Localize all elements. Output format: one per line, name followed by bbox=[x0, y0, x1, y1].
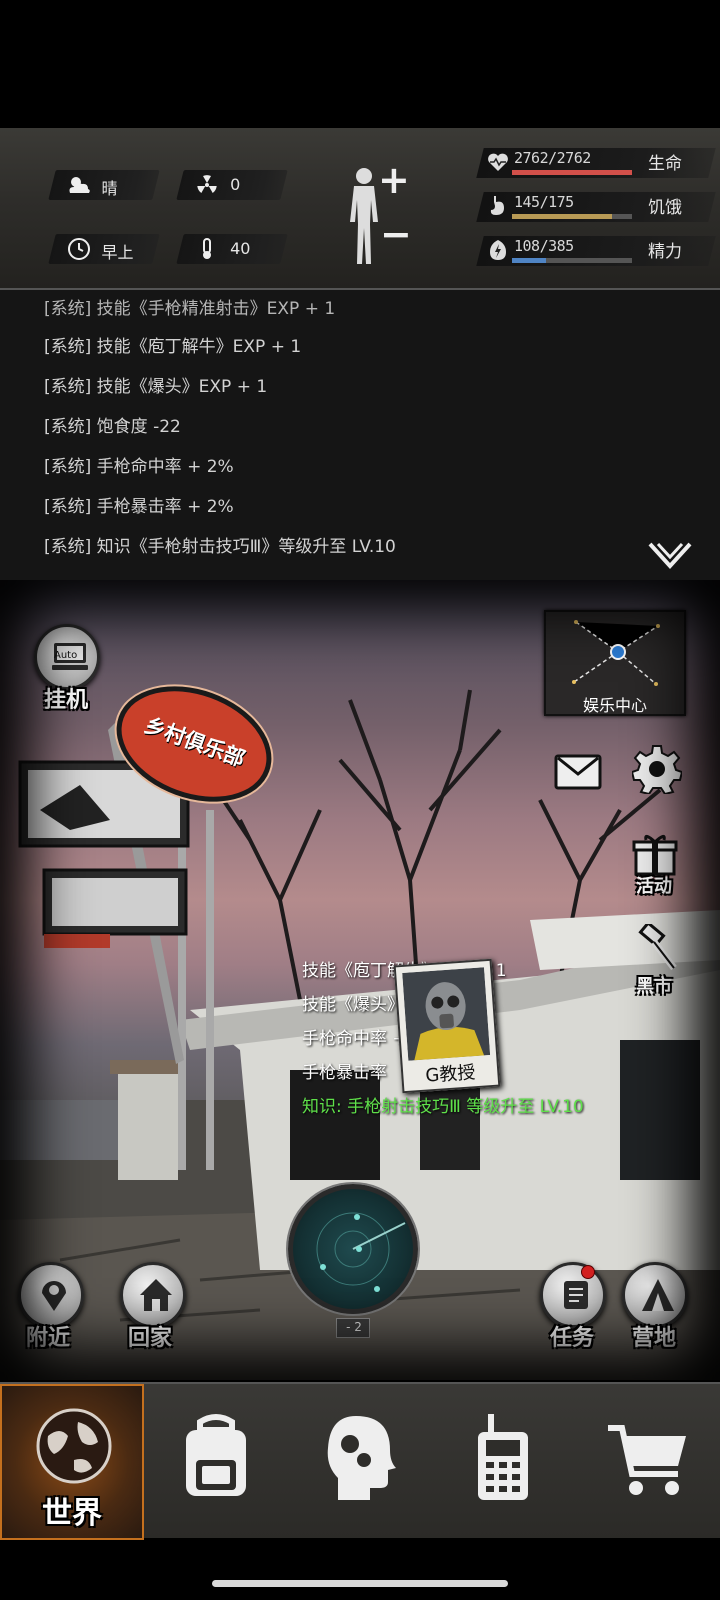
weather-indicator: 晴 bbox=[48, 170, 160, 200]
backpack-icon bbox=[186, 1414, 246, 1496]
gear-icon[interactable] bbox=[632, 744, 682, 794]
radio-icon bbox=[478, 1414, 528, 1500]
npc-name: G教授 bbox=[424, 1062, 477, 1087]
health-stat: 2762/2762 生命 bbox=[476, 146, 716, 180]
log-line: [系统] 手枪命中率 + 2% bbox=[44, 457, 234, 477]
go-home-label: 回家 bbox=[128, 1326, 173, 1351]
nav-backpack-tab[interactable] bbox=[144, 1384, 288, 1540]
temperature-value: 40 bbox=[230, 239, 251, 258]
auction-hammer-icon[interactable] bbox=[634, 924, 680, 972]
log-line: [系统] 技能《爆头》EXP + 1 bbox=[44, 377, 268, 397]
system-log[interactable]: [系统] 技能《手枪精准射击》EXP + 1 [系统] 技能《庖丁解牛》EXP … bbox=[0, 290, 720, 580]
home-indicator[interactable] bbox=[212, 1580, 508, 1587]
log-line: [系统] 知识《手枪射击技巧Ⅲ》等级升至 LV.10 bbox=[44, 537, 396, 557]
camp-label: 营地 bbox=[632, 1326, 677, 1351]
time-label: 早上 bbox=[101, 243, 134, 262]
world-scene[interactable]: 乡村俱乐部 Auto 挂机 娱乐中心 活动 黑市 技能《庖丁解牛》EXP 1 技… bbox=[0, 580, 720, 1380]
quests-label: 任务 bbox=[550, 1326, 595, 1351]
energy-stat: 108/385 精力 bbox=[476, 234, 716, 268]
radar-button[interactable] bbox=[288, 1184, 418, 1314]
body-minus-sign: − bbox=[380, 212, 412, 256]
temperature-indicator: 40 bbox=[176, 234, 288, 264]
hunger-label: 饥饿 bbox=[648, 198, 682, 218]
log-line: [系统] 饱食度 -22 bbox=[44, 417, 181, 437]
black-market-label[interactable]: 黑市 bbox=[636, 972, 672, 998]
auto-idle-label: 挂机 bbox=[44, 688, 89, 713]
log-collapse-chevron-icon[interactable] bbox=[648, 540, 692, 572]
energy-label: 精力 bbox=[648, 242, 682, 262]
health-label: 生命 bbox=[648, 154, 682, 174]
nearby-button[interactable] bbox=[18, 1262, 84, 1328]
radiation-indicator: 0 bbox=[176, 170, 288, 200]
body-status-button[interactable]: + − bbox=[340, 158, 420, 274]
globe-icon bbox=[36, 1408, 112, 1484]
npc-card[interactable]: G教授 bbox=[393, 958, 501, 1094]
go-home-button[interactable] bbox=[120, 1262, 186, 1328]
radiation-value: 0 bbox=[230, 175, 241, 194]
notification-dot bbox=[581, 1265, 595, 1279]
thermometer-icon bbox=[203, 238, 211, 259]
nearby-label: 附近 bbox=[26, 1326, 71, 1351]
tent-icon bbox=[642, 1279, 674, 1311]
home-icon bbox=[140, 1279, 172, 1311]
bottom-navigation: 世界 bbox=[0, 1382, 720, 1540]
time-indicator: 早上 bbox=[48, 234, 160, 264]
location-pin-icon bbox=[42, 1281, 66, 1311]
stomach-icon bbox=[490, 196, 504, 215]
auto-icon-text: Auto bbox=[54, 650, 78, 661]
nav-world-tab[interactable]: 世界 bbox=[0, 1384, 144, 1540]
skills-head-icon bbox=[327, 1416, 396, 1500]
map-network-icon bbox=[572, 620, 660, 686]
status-panel: 晴 0 早上 40 + − 2762/2762 生命 145/175 饥饿 10… bbox=[0, 128, 720, 290]
scroll-icon bbox=[564, 1281, 588, 1309]
gift-icon[interactable] bbox=[632, 832, 678, 876]
activity-label[interactable]: 活动 bbox=[636, 872, 672, 898]
radar-level: - 2 bbox=[346, 1320, 362, 1334]
cart-icon bbox=[608, 1425, 686, 1495]
npc-portrait-icon bbox=[402, 967, 491, 1061]
float-message: 手枪暴击率 bbox=[302, 1063, 387, 1083]
weather-label: 晴 bbox=[101, 179, 118, 198]
hunger-bar bbox=[512, 214, 612, 219]
log-line: [系统] 技能《手枪精准射击》EXP + 1 bbox=[44, 299, 336, 319]
entertainment-center-label: 娱乐中心 bbox=[582, 696, 647, 715]
radiation-icon bbox=[197, 175, 217, 193]
float-message-highlight: 知识: 手枪射击技巧Ⅲ 等级升至 LV.10 bbox=[302, 1097, 584, 1117]
body-plus-sign: + bbox=[378, 158, 410, 202]
nav-world-label: 世界 bbox=[42, 1496, 102, 1531]
log-line: [系统] 手枪暴击率 + 2% bbox=[44, 497, 234, 517]
log-line: [系统] 技能《庖丁解牛》EXP + 1 bbox=[44, 337, 302, 357]
radar-icon bbox=[316, 1212, 406, 1292]
health-bar bbox=[512, 170, 632, 175]
nav-skills-tab[interactable] bbox=[288, 1384, 432, 1540]
cloud-sun-icon bbox=[69, 177, 90, 193]
hunger-value: 145/175 bbox=[514, 193, 574, 211]
nav-radio-tab[interactable] bbox=[432, 1384, 576, 1540]
nav-shop-tab[interactable] bbox=[576, 1384, 720, 1540]
clock-icon bbox=[68, 238, 90, 260]
energy-value: 108/385 bbox=[514, 237, 574, 255]
heart-icon bbox=[488, 153, 508, 171]
hunger-stat: 145/175 饥饿 bbox=[476, 190, 716, 224]
radar-level-badge: - 2 bbox=[336, 1318, 370, 1338]
energy-icon bbox=[490, 240, 506, 260]
quests-button[interactable] bbox=[540, 1262, 606, 1328]
entertainment-center-button[interactable]: 娱乐中心 bbox=[544, 610, 686, 716]
mail-icon[interactable] bbox=[554, 752, 602, 792]
camp-button[interactable] bbox=[622, 1262, 688, 1328]
energy-bar bbox=[512, 258, 546, 263]
health-value: 2762/2762 bbox=[514, 149, 591, 167]
auto-idle-button[interactable]: Auto bbox=[34, 624, 100, 690]
